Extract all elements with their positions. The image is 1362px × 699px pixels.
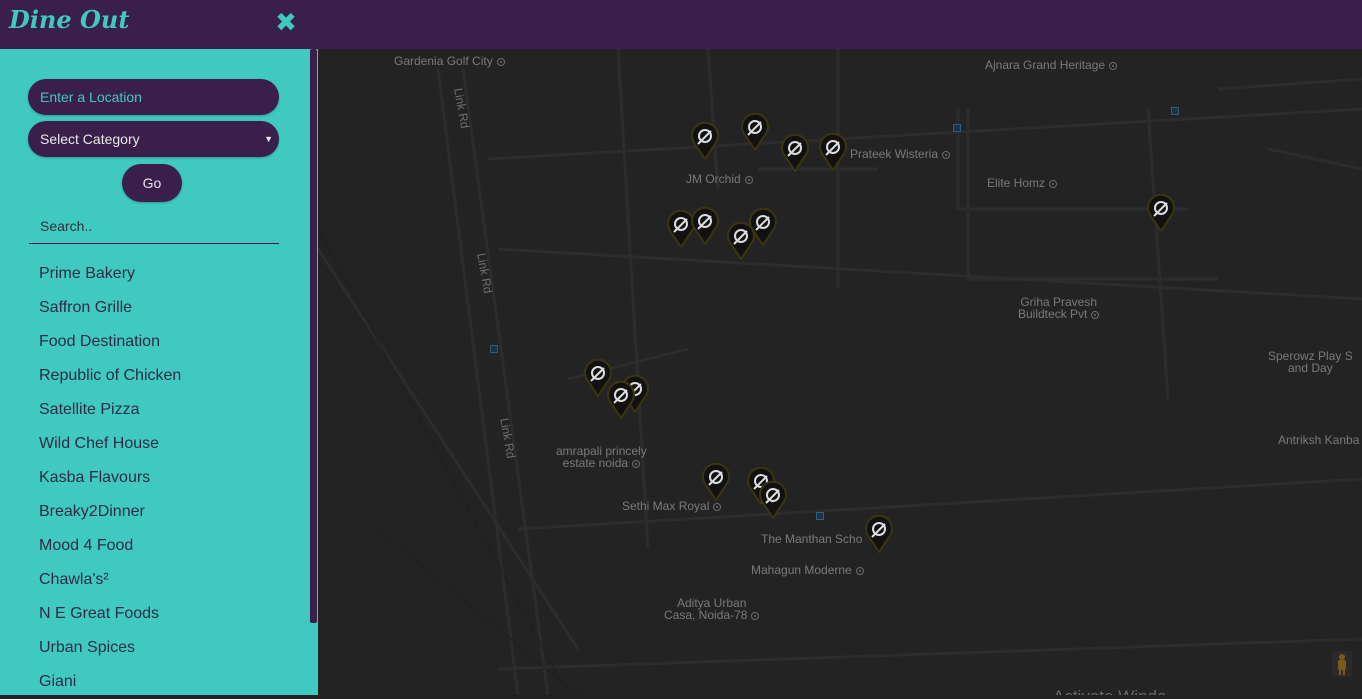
sidebar-header: Dine Out ✖: [0, 0, 318, 49]
category-select[interactable]: Select Category ▼: [28, 121, 279, 157]
place-label: Prateek Wisteria: [850, 148, 951, 160]
sidebar: Dine Out ✖ Enter a Location Select Categ…: [0, 0, 318, 695]
restaurant-marker-icon[interactable]: [1146, 194, 1176, 232]
restaurant-list-item[interactable]: Breaky2Dinner: [0, 495, 305, 529]
restaurant-list-item[interactable]: Food Destination: [0, 325, 305, 359]
restaurant-marker-icon[interactable]: [726, 222, 756, 260]
restaurant-list-item[interactable]: Chawla's²: [0, 563, 305, 597]
restaurant-marker-icon[interactable]: [701, 463, 731, 501]
restaurant-list-item[interactable]: Kasba Flavours: [0, 461, 305, 495]
restaurant-list-item[interactable]: Prime Bakery: [0, 257, 305, 291]
restaurant-list-item[interactable]: Giani: [0, 665, 305, 699]
place-label: Griha Pravesh Buildteck Pvt: [1018, 296, 1100, 320]
search-input[interactable]: Search..: [29, 210, 279, 244]
restaurant-list: Prime Bakery Saffron Grille Food Destinati…: [0, 257, 305, 699]
place-label: Gardenia Golf City: [394, 55, 505, 67]
place-label: amrapali princely estate noida: [556, 444, 647, 470]
map[interactable]: Link Rd Link Rd Link Rd Gardenia Golf Ci…: [318, 49, 1362, 695]
restaurant-list-item[interactable]: N E Great Foods: [0, 597, 305, 631]
restaurant-list-item[interactable]: Republic of Chicken: [0, 359, 305, 393]
go-button[interactable]: Go: [122, 164, 182, 202]
place-label: Sperowz Play Sand Day: [1268, 349, 1353, 375]
place-label: Elite Homz: [987, 177, 1058, 189]
close-icon[interactable]: ✖: [274, 9, 298, 37]
category-select-value: Select Category: [40, 131, 140, 147]
restaurant-list-item[interactable]: Satellite Pizza: [0, 393, 305, 427]
bus-stop-icon: [1171, 107, 1179, 115]
restaurant-marker-icon[interactable]: [606, 381, 636, 419]
bus-stop-icon: [816, 512, 824, 520]
restaurant-list-item[interactable]: Urban Spices: [0, 631, 305, 665]
place-label: JM Orchid: [686, 173, 753, 185]
restaurant-list-item[interactable]: Saffron Grille: [0, 291, 305, 325]
restaurant-marker-icon[interactable]: [758, 481, 788, 519]
restaurant-list-item[interactable]: Mood 4 Food: [0, 529, 305, 563]
restaurant-marker-icon[interactable]: [740, 113, 770, 151]
bus-stop-icon: [490, 345, 498, 353]
street-view-pegman-icon[interactable]: [1332, 651, 1352, 677]
sidebar-scrollbar[interactable]: [309, 49, 318, 695]
place-label: Antriksh Kanba: [1278, 433, 1360, 447]
place-label: Mahagun Moderne: [751, 564, 864, 576]
restaurant-marker-icon[interactable]: [818, 133, 848, 171]
place-label: Ajnara Grand Heritage: [985, 59, 1118, 71]
restaurant-marker-icon[interactable]: [780, 134, 810, 172]
restaurant-marker-icon[interactable]: [864, 515, 894, 553]
place-label: The Manthan Scho: [761, 532, 863, 546]
activate-windows-watermark: Activate Windo: [1053, 687, 1166, 695]
bus-stop-icon: [953, 124, 961, 132]
chevron-down-icon: ▼: [264, 134, 273, 144]
restaurant-marker-icon[interactable]: [690, 207, 720, 245]
restaurant-marker-icon[interactable]: [690, 122, 720, 160]
place-label: Aditya Urban Casa, Noida-78: [664, 597, 760, 621]
scrollbar-thumb[interactable]: [310, 49, 317, 623]
location-input[interactable]: Enter a Location: [28, 79, 279, 115]
brand-title: Dine Out: [9, 5, 130, 34]
place-label: Sethi Max Royal: [622, 500, 722, 512]
restaurant-list-item[interactable]: Wild Chef House: [0, 427, 305, 461]
